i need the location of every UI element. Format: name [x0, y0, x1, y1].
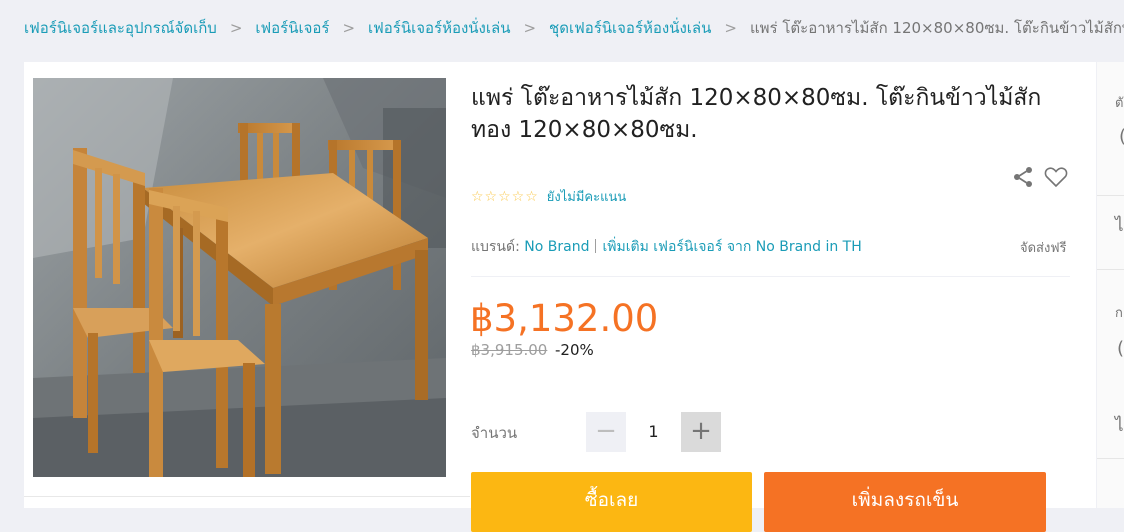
side-text: (: [1117, 338, 1124, 359]
discount-badge: -20%: [555, 341, 594, 359]
product-image[interactable]: [33, 78, 446, 477]
add-to-cart-button[interactable]: เพิ่มลงรถเข็น: [764, 472, 1046, 532]
chevron-right-icon: >: [724, 19, 737, 37]
quantity-input[interactable]: [636, 412, 671, 452]
gallery-divider: [24, 496, 470, 497]
chevron-right-icon: >: [229, 19, 243, 37]
side-divider: [1097, 195, 1124, 196]
breadcrumb-item-furniture-storage[interactable]: เฟอร์นิเจอร์และอุปกรณ์จัดเก็บ: [24, 19, 217, 37]
brand-row: แบรนด์: No Brand เพิ่มเติม เฟอร์นิเจอร์ จ…: [471, 236, 862, 258]
rating-row: ☆☆☆☆☆ ยังไม่มีคะแนน: [471, 186, 626, 207]
buy-now-button[interactable]: ซื้อเลย: [471, 472, 752, 532]
more-from-brand-link[interactable]: เพิ่มเติม เฟอร์นิเจอร์ จาก No Brand in T…: [602, 239, 861, 255]
current-price: ฿3,132.00: [470, 297, 659, 340]
side-divider: [1097, 269, 1124, 270]
brand-label: แบรนด์:: [471, 239, 520, 255]
product-panel: แพร่ โต๊ะอาหารไม้สัก 120×80×80ซม. โต๊ะกิ…: [24, 62, 1096, 532]
minus-icon[interactable]: −: [586, 412, 626, 452]
product-title: แพร่ โต๊ะอาหารไม้สัก 120×80×80ซม. โต๊ะกิ…: [471, 85, 1042, 143]
share-icon[interactable]: [1011, 165, 1035, 189]
breadcrumb-current: แพร่ โต๊ะอาหารไม้สัก 120×80×80ซม. โต๊ะกิ…: [749, 19, 1124, 37]
brand-divider: [595, 239, 597, 253]
chevron-right-icon: >: [342, 19, 356, 37]
quantity-label: จำนวน: [471, 424, 518, 442]
side-text: ไ: [1115, 216, 1124, 236]
plus-icon[interactable]: +: [681, 412, 721, 452]
side-text: ก: [1115, 306, 1123, 321]
breadcrumb-item-furniture[interactable]: เฟอร์นิเจอร์: [255, 19, 329, 37]
side-text: ไ: [1115, 416, 1124, 436]
side-text: (: [1119, 126, 1124, 147]
teak-dining-set-photo: [33, 78, 446, 477]
original-price: ฿3,915.00: [471, 341, 548, 359]
divider: [471, 276, 1070, 277]
rating-stars: ☆☆☆☆☆: [471, 189, 539, 205]
rating-link[interactable]: ยังไม่มีคะแนน: [547, 190, 626, 205]
side-text: ตั: [1115, 96, 1124, 111]
side-panel: ตั ( ก ( ไ ไ: [1097, 62, 1124, 508]
brand-link[interactable]: No Brand: [524, 239, 589, 255]
side-divider: [1097, 458, 1124, 459]
breadcrumb-item-living-room-sets[interactable]: ชุดเฟอร์นิเจอร์ห้องนั่งเล่น: [549, 19, 711, 37]
heart-icon[interactable]: [1044, 166, 1068, 188]
free-shipping-label: จัดส่งฟรี: [1020, 241, 1067, 256]
breadcrumb-item-living-room-furniture[interactable]: เฟอร์นิเจอร์ห้องนั่งเล่น: [368, 19, 510, 37]
chevron-right-icon: >: [523, 19, 537, 37]
breadcrumb: เฟอร์นิเจอร์และอุปกรณ์จัดเก็บ > เฟอร์นิเจอ…: [24, 17, 1124, 39]
